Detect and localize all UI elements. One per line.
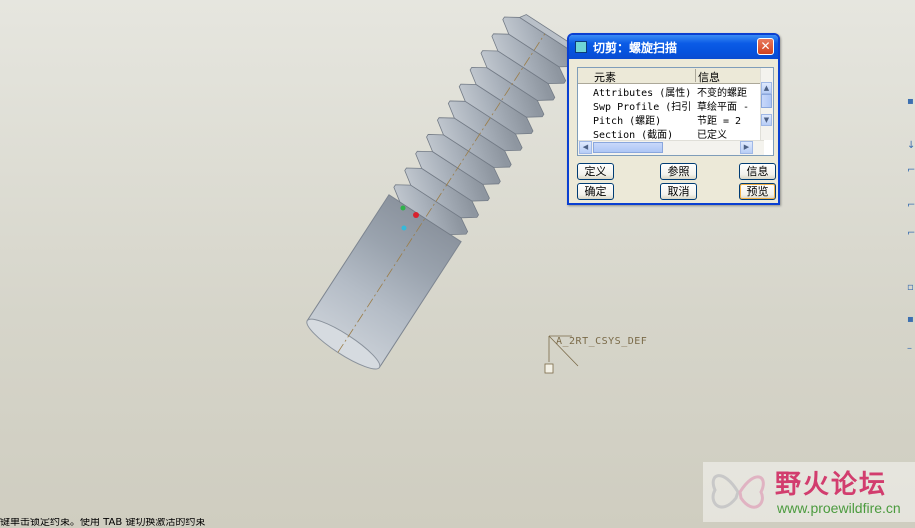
scroll-left-icon[interactable]: ◀ [579, 141, 592, 154]
csys-label: A_2RT_CSYS_DEF [556, 336, 648, 347]
reference-button[interactable]: 参照 [660, 163, 697, 180]
butterfly-logo-icon [711, 474, 765, 509]
close-icon: ✕ [760, 39, 771, 53]
toolbar-edge-icon[interactable]: ▪ [907, 96, 915, 108]
row-element: Swp Profile (扫引 [593, 102, 692, 113]
row-element: Attributes (属性) [593, 88, 692, 99]
preview-button[interactable]: 预览 [739, 183, 776, 200]
toolbar-edge-icon[interactable]: ⌐ [907, 228, 915, 240]
dialog-app-icon [575, 41, 587, 53]
watermark-url: www.proewildfire.cn [777, 500, 901, 516]
toolbar-edge-icon[interactable]: – [907, 343, 915, 355]
row-info: 已定义 [697, 130, 727, 141]
table-row[interactable]: Swp Profile (扫引 草绘平面 - [578, 98, 764, 113]
row-info: 节距 = 2 [697, 116, 742, 127]
datum-point-red[interactable] [413, 212, 419, 218]
scroll-up-icon[interactable]: ▲ [761, 82, 772, 94]
dialog-title: 切剪：螺旋扫描 [593, 41, 678, 55]
scroll-down-icon[interactable]: ▼ [761, 114, 772, 126]
ok-button[interactable]: 确定 [577, 183, 614, 200]
dialog-titlebar[interactable]: 切剪：螺旋扫描 ✕ [569, 35, 778, 59]
toolbar-edge-icon[interactable]: ⌐ [907, 200, 915, 212]
element-table[interactable]: 元素 信息 Attributes (属性) 不变的螺距 Swp Profile … [577, 67, 774, 156]
column-header-info[interactable]: 信息 [698, 69, 720, 85]
row-info: 草绘平面 - [697, 102, 750, 113]
toolbar-edge-icon[interactable]: ▪ [907, 314, 915, 326]
helical-sweep-dialog: 切剪：螺旋扫描 ✕ 元素 信息 Attributes (属性) 不变的螺距 Sw… [567, 33, 780, 205]
table-row[interactable]: Attributes (属性) 不变的螺距 [578, 84, 764, 99]
table-header: 元素 信息 [578, 68, 764, 84]
column-divider[interactable] [695, 69, 696, 82]
datum-point-green[interactable] [400, 205, 406, 211]
scroll-right-icon[interactable]: ▶ [740, 141, 753, 154]
define-button[interactable]: 定义 [577, 163, 614, 180]
cancel-button[interactable]: 取消 [660, 183, 697, 200]
row-element: Pitch (螺距) [593, 116, 662, 127]
column-header-element[interactable]: 元素 [594, 69, 616, 85]
row-info: 不变的螺距 [697, 88, 747, 99]
toolbar-edge-icon[interactable]: ↓ [907, 140, 915, 152]
info-button[interactable]: 信息 [739, 163, 776, 180]
vertical-scrollbar[interactable]: ▲ ▼ [760, 68, 773, 140]
horizontal-scrollbar[interactable]: ◀ ▶ [578, 140, 764, 155]
watermark-brand: 野火论坛 [775, 470, 888, 500]
datum-point-cyan[interactable] [401, 225, 407, 231]
table-row[interactable]: Section (截面) 已定义 [578, 126, 764, 141]
table-row[interactable]: Pitch (螺距) 节距 = 2 [578, 112, 764, 127]
forum-watermark: 野火论坛 www.proewildfire.cn [703, 462, 915, 522]
horizontal-scroll-thumb[interactable] [593, 142, 663, 153]
status-message: 键单击锁定约束。使用 TAB 键切换激活的约束 [0, 518, 206, 528]
toolbar-edge-icon[interactable]: ⌐ [907, 165, 915, 177]
toolbar-edge-icon[interactable]: ▫ [907, 282, 915, 294]
close-button[interactable]: ✕ [757, 38, 774, 55]
row-element: Section (截面) [593, 130, 674, 141]
vertical-scroll-thumb[interactable] [761, 94, 772, 108]
